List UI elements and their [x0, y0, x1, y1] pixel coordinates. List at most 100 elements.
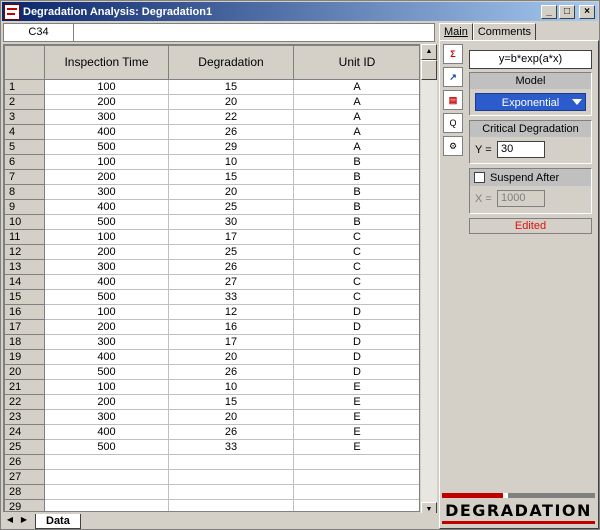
row-number[interactable]: 23 [4, 409, 45, 425]
calculate-icon[interactable]: Σ [443, 44, 463, 64]
cell-value-input[interactable] [74, 24, 434, 41]
unit-id-cell[interactable]: A [293, 124, 419, 140]
degradation-cell[interactable]: 26 [168, 424, 294, 440]
degradation-cell[interactable]: 29 [168, 139, 294, 155]
degradation-cell[interactable]: 22 [168, 109, 294, 125]
table-row[interactable]: 1 100 15 A [4, 79, 419, 95]
unit-id-cell[interactable]: E [293, 409, 419, 425]
inspection-time-cell[interactable]: 300 [44, 334, 169, 350]
unit-id-cell[interactable]: E [293, 379, 419, 395]
table-row[interactable]: 16 100 12 D [4, 304, 419, 320]
table-row[interactable]: 3 300 22 A [4, 109, 419, 125]
inspection-time-cell[interactable]: 100 [44, 79, 169, 95]
data-grid[interactable]: Inspection Time Degradation Unit ID 1 100… [3, 44, 420, 512]
inspection-time-cell[interactable]: 300 [44, 184, 169, 200]
table-row[interactable]: 7 200 15 B [4, 169, 419, 185]
table-row[interactable]: 18 300 17 D [4, 334, 419, 350]
column-header-unit-id[interactable]: Unit ID [293, 45, 419, 80]
degradation-cell[interactable]: 30 [168, 214, 294, 230]
inspection-time-cell[interactable]: 100 [44, 154, 169, 170]
suspend-x-input[interactable]: 1000 [497, 190, 545, 207]
table-row[interactable]: 13 300 26 C [4, 259, 419, 275]
row-number[interactable]: 1 [4, 79, 45, 95]
unit-id-cell[interactable]: C [293, 289, 419, 305]
column-header-degradation[interactable]: Degradation [168, 45, 294, 80]
degradation-cell[interactable]: 26 [168, 364, 294, 380]
row-number[interactable]: 7 [4, 169, 45, 185]
inspection-time-cell[interactable]: 300 [44, 409, 169, 425]
table-row[interactable]: 14 400 27 C [4, 274, 419, 290]
inspection-time-cell[interactable] [44, 469, 169, 485]
inspection-time-cell[interactable]: 500 [44, 214, 169, 230]
row-number[interactable]: 13 [4, 259, 45, 275]
unit-id-cell[interactable] [293, 499, 419, 511]
sheet-tab-data[interactable]: Data [35, 513, 81, 529]
inspection-time-cell[interactable]: 100 [44, 229, 169, 245]
inspection-time-cell[interactable]: 500 [44, 139, 169, 155]
table-row[interactable]: 20 500 26 D [4, 364, 419, 380]
inspection-time-cell[interactable]: 500 [44, 439, 169, 455]
minimize-button[interactable]: _ [541, 4, 557, 19]
degradation-cell[interactable] [168, 469, 294, 485]
tab-main[interactable]: Main [439, 23, 473, 41]
row-number[interactable]: 14 [4, 274, 45, 290]
unit-id-cell[interactable] [293, 454, 419, 470]
row-number[interactable]: 16 [4, 304, 45, 320]
row-number[interactable]: 15 [4, 289, 45, 305]
table-row[interactable]: 23 300 20 E [4, 409, 419, 425]
unit-id-cell[interactable]: B [293, 154, 419, 170]
inspection-time-cell[interactable]: 400 [44, 124, 169, 140]
degradation-cell[interactable]: 10 [168, 379, 294, 395]
column-header-inspection-time[interactable]: Inspection Time [44, 45, 169, 80]
unit-id-cell[interactable]: E [293, 424, 419, 440]
unit-id-cell[interactable]: A [293, 109, 419, 125]
row-number[interactable]: 18 [4, 334, 45, 350]
degradation-cell[interactable]: 26 [168, 259, 294, 275]
row-number[interactable]: 20 [4, 364, 45, 380]
inspection-time-cell[interactable] [44, 454, 169, 470]
qcp-settings-icon[interactable]: ⚙ [443, 136, 463, 156]
model-dropdown[interactable]: Exponential [475, 93, 586, 111]
unit-id-cell[interactable]: B [293, 214, 419, 230]
degradation-cell[interactable]: 27 [168, 274, 294, 290]
maximize-button[interactable]: □ [559, 4, 575, 19]
degradation-cell[interactable]: 25 [168, 199, 294, 215]
degradation-cell[interactable]: 12 [168, 304, 294, 320]
degradation-cell[interactable]: 33 [168, 439, 294, 455]
row-number[interactable]: 11 [4, 229, 45, 245]
degradation-cell[interactable]: 15 [168, 79, 294, 95]
table-row[interactable]: 4 400 26 A [4, 124, 419, 140]
inspection-time-cell[interactable] [44, 499, 169, 511]
inspection-time-cell[interactable]: 200 [44, 94, 169, 110]
table-row[interactable]: 28 [4, 484, 419, 500]
degradation-cell[interactable]: 25 [168, 244, 294, 260]
degradation-cell[interactable]: 17 [168, 334, 294, 350]
unit-id-cell[interactable]: D [293, 319, 419, 335]
unit-id-cell[interactable]: A [293, 94, 419, 110]
row-number[interactable]: 24 [4, 424, 45, 440]
table-row[interactable]: 15 500 33 C [4, 289, 419, 305]
inspection-time-cell[interactable]: 500 [44, 289, 169, 305]
unit-id-cell[interactable]: C [293, 259, 419, 275]
table-row[interactable]: 6 100 10 B [4, 154, 419, 170]
degradation-cell[interactable] [168, 484, 294, 500]
cell-reference[interactable]: C34 [4, 24, 74, 41]
degradation-cell[interactable]: 26 [168, 124, 294, 140]
unit-id-cell[interactable]: C [293, 229, 419, 245]
row-number[interactable]: 26 [4, 454, 45, 470]
inspection-time-cell[interactable]: 500 [44, 364, 169, 380]
vertical-scrollbar[interactable]: ▲ ▼ [421, 44, 437, 518]
degradation-cell[interactable]: 20 [168, 349, 294, 365]
row-number[interactable]: 21 [4, 379, 45, 395]
table-row[interactable]: 5 500 29 A [4, 139, 419, 155]
row-number[interactable]: 28 [4, 484, 45, 500]
degradation-cell[interactable]: 20 [168, 409, 294, 425]
table-row[interactable]: 21 100 10 E [4, 379, 419, 395]
row-number[interactable]: 22 [4, 394, 45, 410]
inspection-time-cell[interactable]: 200 [44, 169, 169, 185]
unit-id-cell[interactable]: D [293, 334, 419, 350]
close-button[interactable]: × [579, 4, 595, 19]
table-row[interactable]: 26 [4, 454, 419, 470]
table-row[interactable]: 19 400 20 D [4, 349, 419, 365]
degradation-cell[interactable]: 10 [168, 154, 294, 170]
